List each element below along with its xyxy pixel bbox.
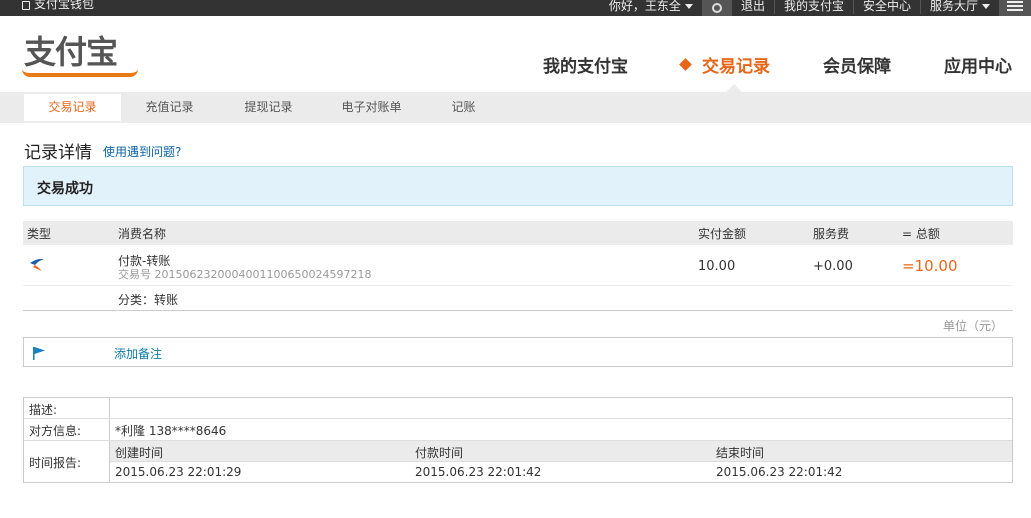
recent-button[interactable] (701, 0, 732, 16)
my-alipay-link[interactable]: 我的支付宝 (775, 0, 853, 14)
clock-icon (711, 3, 722, 13)
time-label: 时间报告: (29, 456, 82, 470)
nav-member-protection[interactable]: 会员保障 (823, 52, 891, 77)
logout-link[interactable]: 退出 (732, 0, 774, 14)
desc-label: 描述: (29, 403, 58, 417)
nav-app-center[interactable]: 应用中心 (944, 52, 1012, 77)
row-divider (110, 461, 1012, 462)
greeting: 你好， (608, 0, 645, 13)
tab-recharge[interactable]: 充值记录 (121, 94, 218, 121)
chevron-down-icon (684, 4, 693, 9)
nav-transactions-label: 交易记录 (702, 57, 770, 77)
alipay-logo[interactable]: 支付宝 (24, 33, 118, 71)
trade-number: 交易号 2015062320004001100650024597218 (118, 268, 372, 281)
memo-box: 添加备注 (23, 337, 1013, 367)
row-divider (24, 418, 1012, 419)
row-divider (23, 285, 1013, 286)
category: 分类：转账 (118, 293, 179, 307)
nav-my-alipay[interactable]: 我的支付宝 (543, 52, 628, 77)
user-menu[interactable]: 你好，王东全 (600, 0, 702, 14)
created-time-header: 创建时间 (115, 446, 164, 460)
party-value: *利隆 138****8646 (115, 424, 227, 438)
tab-withdraw[interactable]: 提现记录 (220, 94, 317, 121)
end-time-header: 结束时间 (716, 446, 765, 460)
time-header (110, 441, 1012, 461)
top-bar: 支付宝钱包 你好，王东全 退出 我的支付宝 安全中心 服务大厅 (0, 0, 1031, 16)
wallet-link[interactable]: 支付宝钱包 (22, 0, 94, 12)
flag-icon (33, 347, 45, 360)
col-type: 类型 (27, 227, 52, 241)
table-row: 付款-转账 交易号 201506232000400110065002459721… (23, 245, 1013, 311)
col-fee: 服务费 (813, 227, 850, 241)
header: 支付宝 我的支付宝 交易记录 会员保障 应用中心 (0, 16, 1031, 92)
col-total: = 总额 (902, 227, 940, 241)
username: 王东全 (644, 0, 681, 13)
tab-statement[interactable]: 电子对账单 (323, 94, 420, 121)
col-amount: 实付金额 (698, 227, 747, 241)
party-label: 对方信息: (29, 424, 82, 438)
total-amount: =10.00 (902, 257, 958, 275)
service-label: 服务大厅 (929, 0, 978, 13)
table-header: 类型 消费名称 实付金额 服务费 = 总额 (23, 221, 1013, 245)
paid-time-header: 付款时间 (415, 446, 464, 460)
nav-transactions[interactable]: 交易记录 (679, 52, 770, 77)
info-table: 描述: 对方信息: *利隆 138****8646 时间报告: 创建时间 付款时… (23, 397, 1013, 483)
menu-button[interactable] (999, 0, 1031, 16)
chevron-down-icon (982, 4, 990, 9)
paid-amount: 10.00 (698, 259, 736, 274)
service-fee: +0.00 (813, 259, 853, 274)
unit-label: 单位（元） (942, 319, 1003, 333)
transfer-icon (30, 258, 44, 271)
col-name: 消费名称 (118, 227, 167, 241)
wallet-label: 支付宝钱包 (34, 0, 95, 11)
paid-time: 2015.06.23 22:01:42 (415, 465, 542, 479)
tab-bookkeeping[interactable]: 记账 (415, 94, 512, 121)
created-time: 2015.06.23 22:01:29 (115, 465, 242, 479)
end-time: 2015.06.23 22:01:42 (716, 465, 843, 479)
phone-icon (22, 0, 30, 10)
main-nav: 我的支付宝 交易记录 会员保障 应用中心 (490, 52, 1012, 77)
top-bar-right: 你好，王东全 退出 我的支付宝 安全中心 服务大厅 (600, 0, 1031, 16)
add-memo-link[interactable]: 添加备注 (114, 345, 162, 362)
page-title: 记录详情 (24, 143, 92, 163)
sub-nav: 交易记录 充值记录 提现记录 电子对账单 记账 (0, 92, 1031, 123)
tab-transactions[interactable]: 交易记录 (24, 94, 121, 121)
service-hall-menu[interactable]: 服务大厅 (921, 0, 999, 14)
active-dot-icon (679, 58, 692, 71)
menu-icon (1007, 1, 1023, 3)
security-center-link[interactable]: 安全中心 (854, 0, 920, 14)
nav-pointer (726, 84, 742, 92)
help-link[interactable]: 使用遇到问题? (103, 143, 181, 160)
status-box: 交易成功 (23, 166, 1013, 206)
logo-swoosh (22, 69, 138, 77)
status-text: 交易成功 (37, 181, 93, 197)
